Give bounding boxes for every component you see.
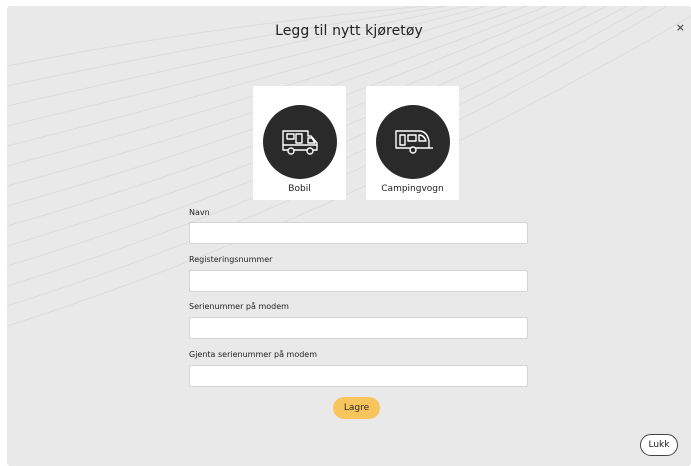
registration-field[interactable] [189, 270, 528, 292]
vehicle-type-label: Bobil [288, 184, 311, 194]
add-vehicle-dialog: Legg til nytt kjøretøy × Bobil Campingvo… [7, 6, 691, 466]
save-button[interactable]: Lagre [333, 397, 380, 419]
name-label: Navn [189, 208, 210, 217]
repeat-modem-serial-label: Gjenta serienummer på modem [189, 350, 318, 359]
repeat-modem-serial-field[interactable] [189, 365, 528, 387]
dialog-title: Legg til nytt kjøretøy [275, 23, 423, 39]
vehicle-type-motorhome[interactable]: Bobil [253, 86, 346, 200]
motorhome-icon [282, 130, 318, 155]
name-field[interactable] [189, 222, 528, 244]
caravan-icon-circle [376, 105, 450, 179]
registration-label: Registeringsnummer [189, 255, 273, 264]
vehicle-type-label: Campingvogn [381, 184, 444, 194]
close-icon[interactable]: × [676, 21, 685, 34]
motorhome-icon-circle [263, 105, 337, 179]
vehicle-type-caravan[interactable]: Campingvogn [366, 86, 459, 200]
close-button[interactable]: Lukk [640, 434, 678, 456]
modem-serial-field[interactable] [189, 317, 528, 339]
modem-serial-label: Serienummer på modem [189, 302, 289, 311]
caravan-icon [395, 130, 433, 154]
